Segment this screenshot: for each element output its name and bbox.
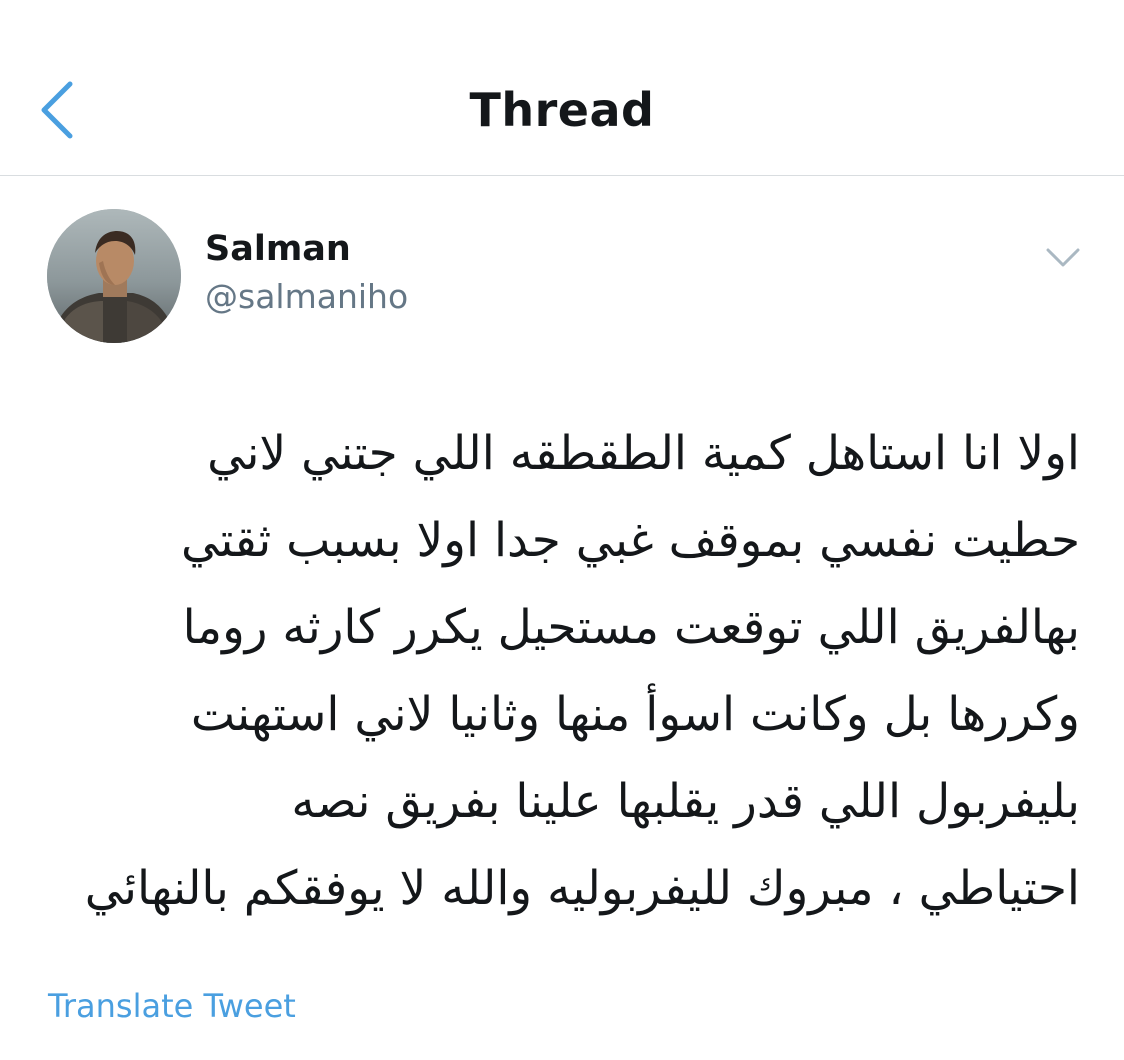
page-title: Thread bbox=[469, 83, 655, 137]
translate-tweet-link[interactable]: Translate Tweet bbox=[48, 984, 296, 1028]
tweet-text: اولا انا استاهل كمية الطقطقه اللي جتني ل… bbox=[60, 410, 1080, 932]
user-avatar-image bbox=[47, 209, 181, 343]
author-handle[interactable]: @salmaniho bbox=[205, 274, 408, 320]
tweet-text-line: اولا انا استاهل كمية الطقطقه اللي جتني ل… bbox=[207, 426, 1080, 481]
chevron-down-icon bbox=[1046, 248, 1080, 267]
tweet-text-line: احتياطي ، مبروك لليفربوليه والله لا يوفق… bbox=[84, 861, 1080, 916]
thread-header: Thread bbox=[0, 0, 1124, 176]
avatar[interactable] bbox=[47, 209, 181, 343]
author-display-name[interactable]: Salman bbox=[205, 226, 351, 272]
tweet-text-line: حطيت نفسي بموقف غبي جدا اولا بسبب ثقتي bbox=[181, 513, 1080, 568]
tweet-text-line: بهالفريق اللي توقعت مستحيل يكرر كارثه رو… bbox=[182, 600, 1080, 655]
tweet-text-line: بليفربول اللي قدر يقلبها علينا بفريق نصه bbox=[291, 774, 1080, 829]
tweet-text-line: وكررها بل وكانت اسوأ منها وثانيا لاني اس… bbox=[190, 687, 1080, 742]
tweet-options-button[interactable] bbox=[1042, 240, 1084, 274]
